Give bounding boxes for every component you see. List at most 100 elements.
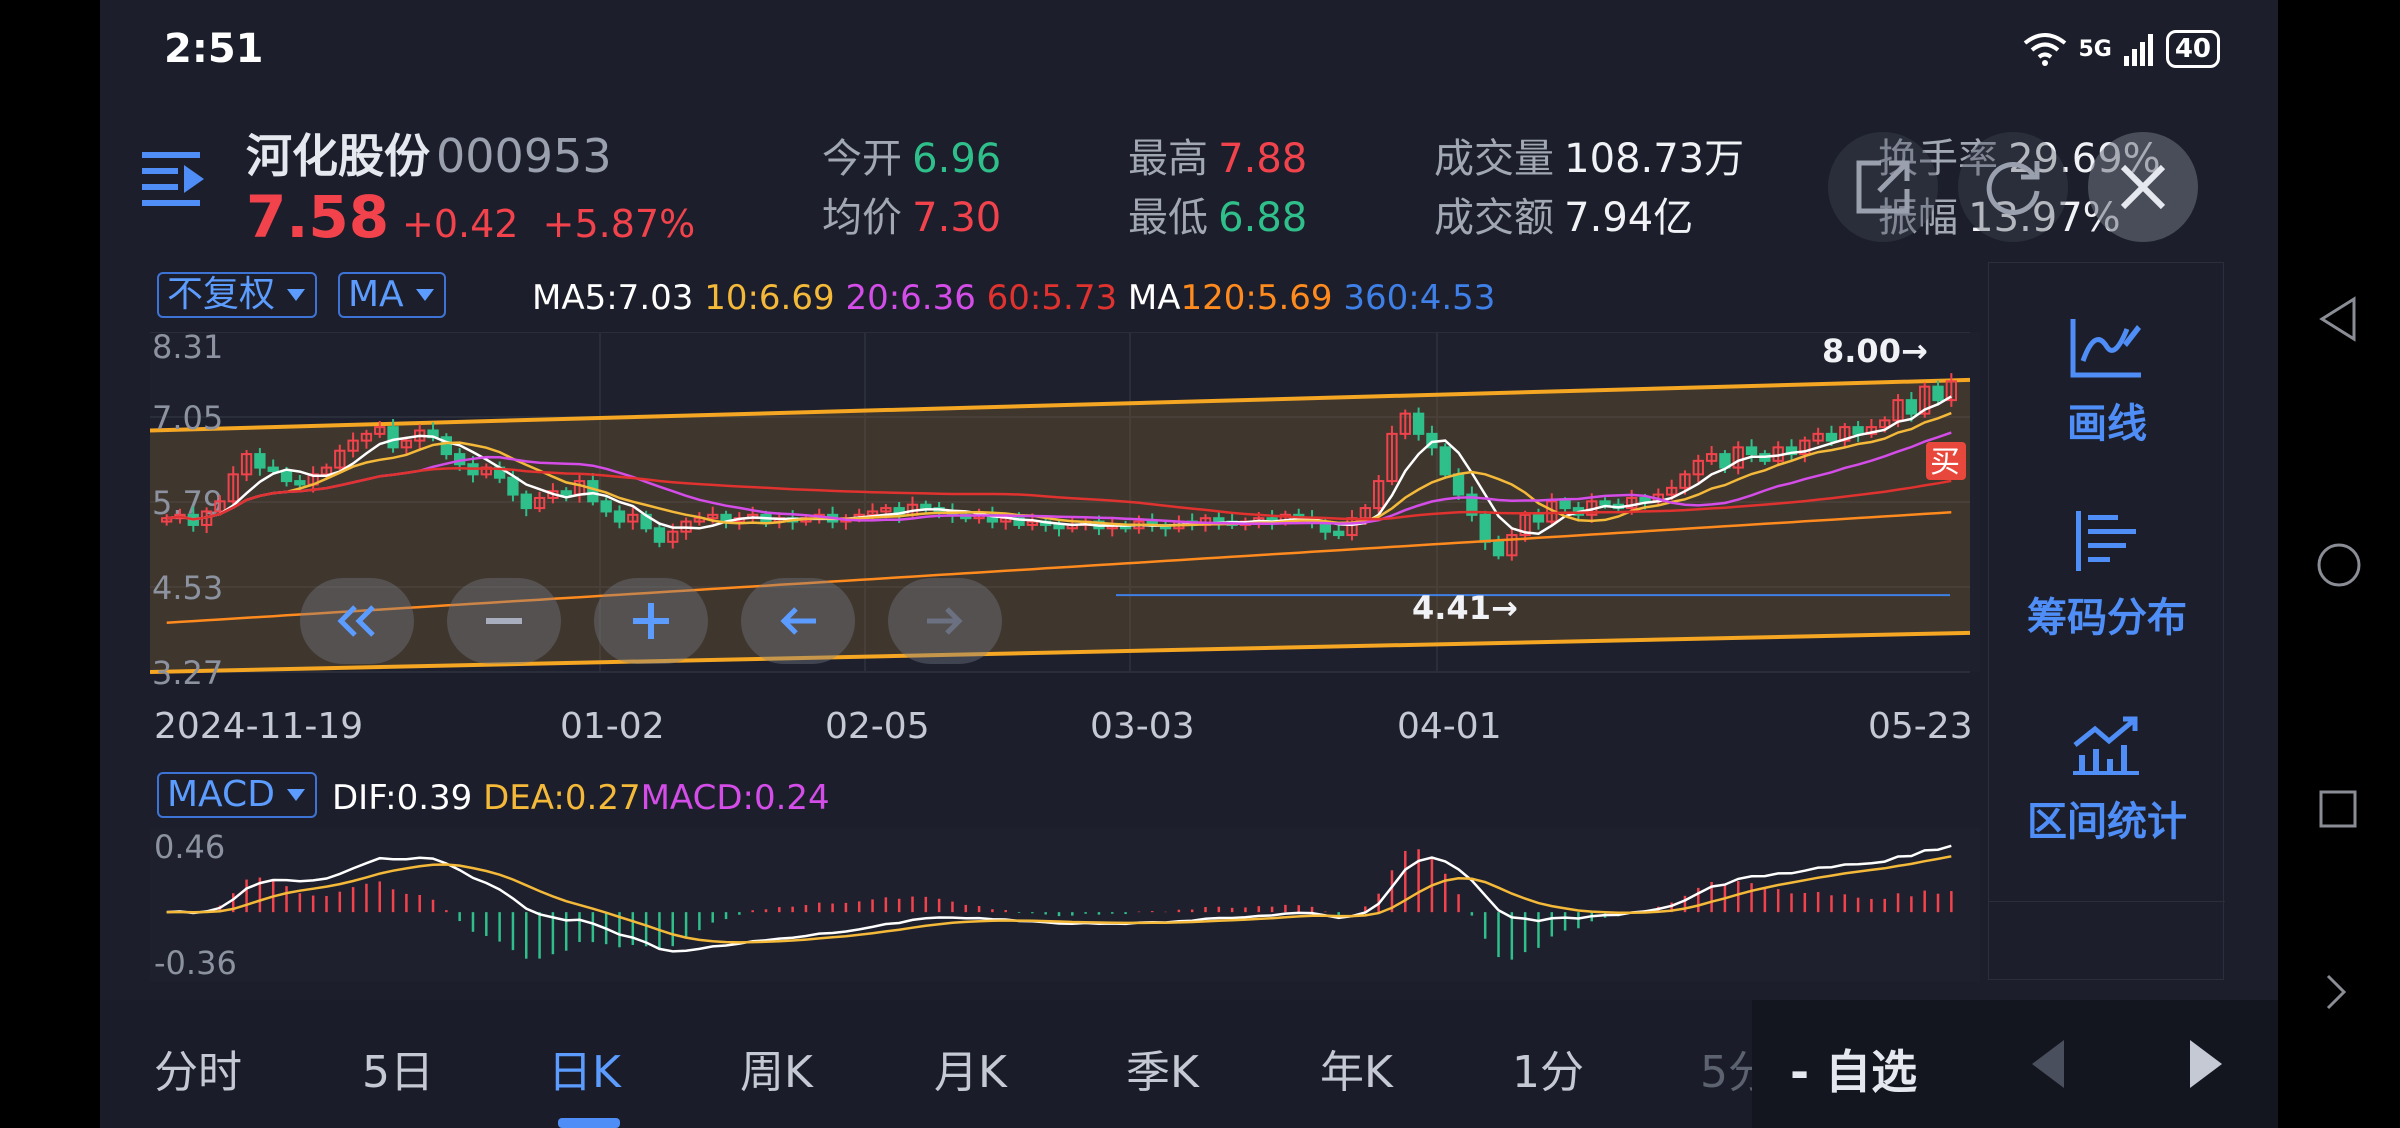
scroll-left-fast-button[interactable] <box>300 578 414 664</box>
triangle-right-icon[interactable] <box>2186 1036 2226 1092</box>
chart-area: 不复权 MA MA5:7.03 10:6.69 20:6.36 60:5.73 … <box>150 262 1980 982</box>
scroll-left-button[interactable] <box>741 578 855 664</box>
range-stats-label: 区间统计 <box>2027 799 2187 845</box>
candle-body <box>600 500 612 513</box>
ma60-value: 60:5.73 <box>986 278 1118 318</box>
nav-back-icon[interactable] <box>2318 296 2358 342</box>
open-value: 6.96 <box>912 136 1002 182</box>
candlestick-chart[interactable]: 8.317.055.794.533.278.00→4.41→买 <box>150 332 1980 722</box>
chip-distribution-label: 筹码分布 <box>2027 595 2187 641</box>
candle-body <box>1412 412 1425 435</box>
indicator-selector[interactable]: MA <box>338 272 446 318</box>
minus-icon <box>486 618 522 624</box>
current-price: 7.58 <box>246 183 390 251</box>
tab-1min[interactable]: 1分 <box>1512 1036 1584 1100</box>
quote-high: 最高 7.88 <box>1128 126 1307 184</box>
high-value: 7.88 <box>1218 136 1308 182</box>
tab-5day[interactable]: 5日 <box>362 1036 434 1100</box>
stock-title: 河化股份 000953 <box>246 120 612 186</box>
candle-body <box>1333 530 1345 537</box>
stock-name: 河化股份 <box>246 129 430 183</box>
tab-monthly-k[interactable]: 月K <box>934 1036 1007 1100</box>
volume-value: 108.73万 <box>1564 136 1745 182</box>
price-change: +0.42 +5.87% <box>402 202 695 246</box>
network-label: 5G <box>2078 36 2112 62</box>
share-button[interactable] <box>1828 132 1938 242</box>
chip-distribution-button[interactable]: 筹码分布 <box>1989 509 2225 643</box>
candle-body <box>1452 473 1465 496</box>
refresh-icon <box>1986 161 2040 215</box>
close-icon <box>2120 164 2166 210</box>
volume-label: 成交量 <box>1434 136 1554 182</box>
candle-body <box>653 527 666 543</box>
dif-value: DIF:0.39 <box>332 778 473 818</box>
nav-recents-icon[interactable] <box>2318 789 2358 829</box>
ma5-value: MA5:7.03 <box>532 278 694 318</box>
tab-quarterly-k[interactable]: 季K <box>1126 1036 1199 1100</box>
amount-value: 7.94亿 <box>1564 195 1694 241</box>
triangle-left-icon[interactable] <box>2028 1036 2068 1092</box>
zoom-in-button[interactable] <box>594 578 708 664</box>
avg-label: 均价 <box>822 195 902 241</box>
nav-chevron-right-icon[interactable] <box>2324 972 2348 1012</box>
share-icon <box>1856 160 1910 214</box>
macd-selector-label: MACD <box>167 774 275 815</box>
change-percent: +5.87% <box>542 202 696 246</box>
candle-body <box>587 480 599 503</box>
quote-avg: 均价 7.30 <box>822 185 1001 243</box>
system-nav-bar <box>2278 0 2400 1128</box>
active-tab-indicator <box>558 1118 620 1128</box>
x-tick-label: 01-02 <box>560 706 665 747</box>
quote-amount: 成交额 7.94亿 <box>1434 185 1693 243</box>
candle-body <box>613 510 626 523</box>
candle-body <box>1905 399 1918 415</box>
tab-daily-k[interactable]: 日K <box>548 1036 621 1100</box>
nav-home-icon[interactable] <box>2316 542 2362 588</box>
watchlist-button[interactable]: - 自选 <box>1790 1036 1917 1102</box>
signal-icon <box>2123 34 2153 66</box>
tab-weekly-k[interactable]: 周K <box>740 1036 813 1100</box>
candle-body <box>254 453 266 469</box>
ma-label: MA <box>1127 278 1181 318</box>
low-value: 6.88 <box>1218 195 1308 241</box>
candle-body <box>280 469 293 483</box>
quote-volume: 成交量 108.73万 <box>1434 126 1744 184</box>
x-tick-label: 03-03 <box>1090 706 1195 747</box>
status-icons: 5G 40 <box>2022 30 2220 68</box>
draw-line-label: 画线 <box>2067 401 2147 447</box>
ma360-value: 360:4.53 <box>1343 278 1496 318</box>
draw-line-button[interactable]: 画线 <box>1989 315 2225 449</box>
macd-chart[interactable]: 0.46 -0.36 <box>150 828 1980 982</box>
macd-selector[interactable]: MACD <box>157 772 317 818</box>
ma20-value: 20:6.36 <box>845 278 976 318</box>
macd-legend: DIF:0.39 DEA:0.27MACD:0.24 <box>332 778 830 818</box>
tab-fenshi[interactable]: 分时 <box>154 1036 242 1100</box>
close-button[interactable] <box>2088 132 2198 242</box>
range-stats-button[interactable]: 区间统计 <box>1989 715 2225 847</box>
macd-value: MACD:0.24 <box>640 778 830 818</box>
side-panel-divider <box>1989 901 2225 902</box>
open-label: 今开 <box>822 136 902 182</box>
ma-legend: MA5:7.03 10:6.69 20:6.36 60:5.73 MA120:5… <box>532 278 1495 318</box>
refresh-button[interactable] <box>1958 132 2068 242</box>
candle-body <box>1852 426 1864 435</box>
zoom-out-button[interactable] <box>447 578 561 664</box>
scroll-right-button[interactable] <box>888 578 1002 664</box>
change-value: +0.42 <box>402 202 519 246</box>
x-tick-label: 2024-11-19 <box>154 706 364 747</box>
x-tick-label: 04-01 <box>1397 706 1502 747</box>
tab-yearly-k[interactable]: 年K <box>1320 1036 1393 1100</box>
menu-icon[interactable] <box>140 148 206 210</box>
x-tick-label: 05-23 <box>1868 706 1973 747</box>
side-panel: 画线 筹码分布 区间统计 <box>1988 262 2225 980</box>
high-label: 最高 <box>1128 136 1208 182</box>
adjust-selector[interactable]: 不复权 <box>157 272 318 318</box>
ma10-value: 10:6.69 <box>704 278 835 318</box>
indicator-label: MA <box>348 274 404 315</box>
candle-body <box>1492 540 1505 557</box>
period-tabs: 分时 5日 日K 周K 月K 季K 年K 1分 5分 - 自选 <box>100 1000 2278 1128</box>
caret-down-icon <box>287 289 306 301</box>
candle-body <box>507 476 519 496</box>
candle-body <box>267 466 279 472</box>
wifi-icon <box>2024 33 2067 66</box>
